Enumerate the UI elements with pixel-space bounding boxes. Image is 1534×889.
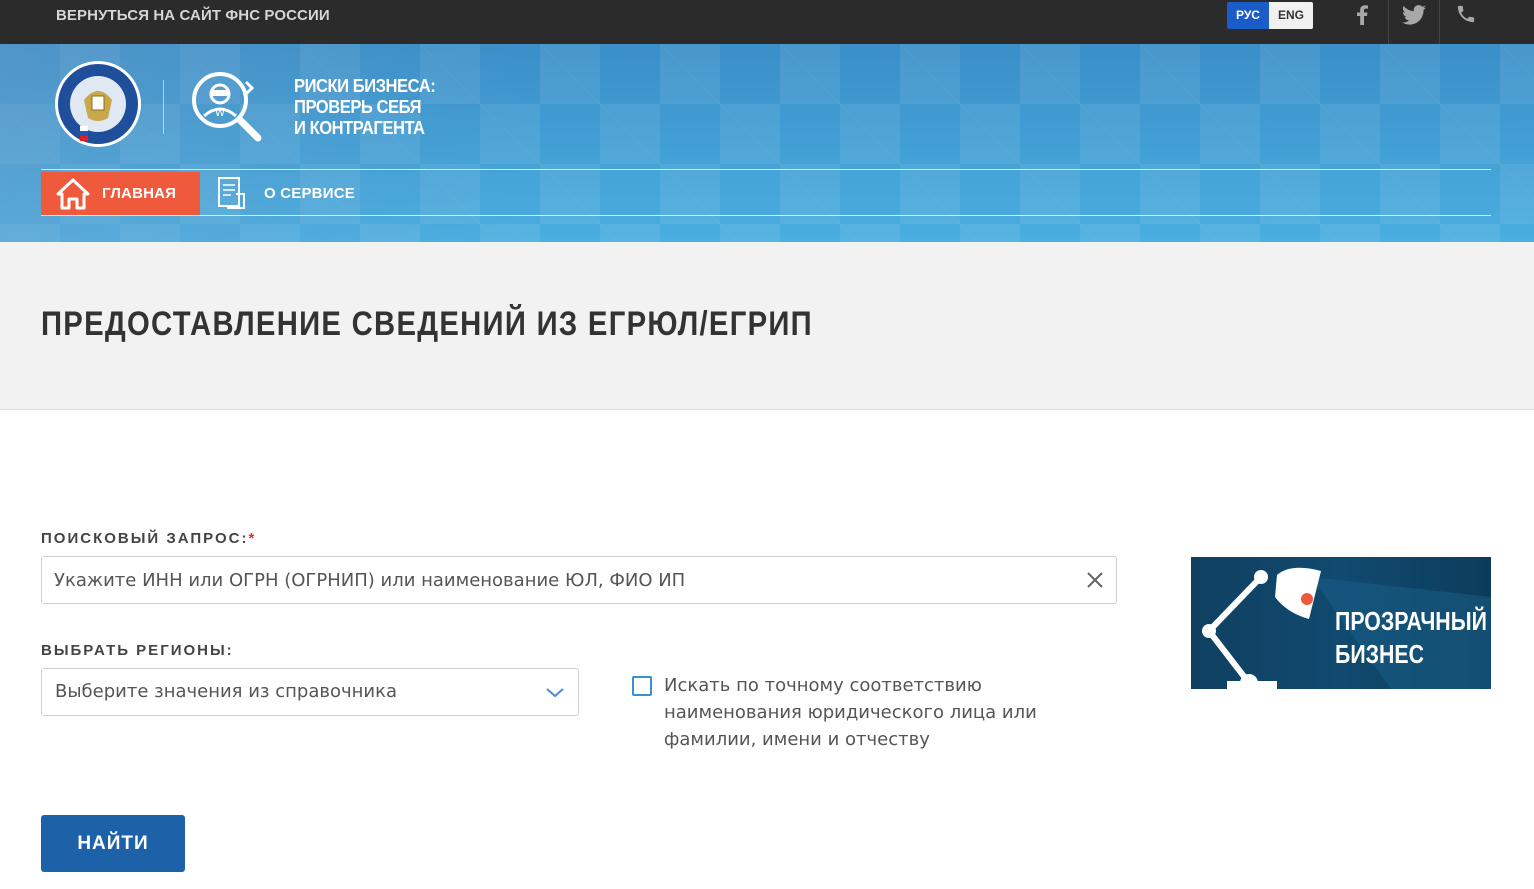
exact-match-checkbox[interactable]: [632, 676, 652, 696]
top-bar: ВЕРНУТЬСЯ НА САЙТ ФНС РОССИИ РУС ENG: [0, 0, 1534, 44]
transparent-business-banner[interactable]: ПРОЗРАЧНЫЙ БИЗНЕС: [1191, 557, 1491, 689]
lang-ru-button[interactable]: РУС: [1227, 2, 1269, 29]
region-label: ВЫБРАТЬ РЕГИОНЫ:: [41, 642, 234, 659]
page-title: ПРЕДОСТАВЛЕНИЕ СВЕДЕНИЙ ИЗ ЕГРЮЛ/ЕГРИП: [41, 305, 813, 343]
find-button[interactable]: НАЙТИ: [41, 815, 185, 872]
clear-icon[interactable]: [1084, 569, 1106, 591]
exact-match-label: Искать по точному соответствию наименова…: [664, 675, 1037, 750]
phone-icon[interactable]: [1440, 0, 1492, 44]
nav-about[interactable]: О СЕРВИСЕ: [216, 172, 355, 215]
search-input[interactable]: [42, 557, 1062, 603]
region-select[interactable]: Выберите значения из справочника: [41, 668, 579, 716]
twitter-icon[interactable]: [1388, 0, 1440, 44]
fns-emblem-logo[interactable]: [54, 60, 142, 148]
nav-about-label: О СЕРВИСЕ: [264, 185, 355, 202]
facebook-icon[interactable]: [1336, 0, 1388, 44]
title-band: ПРЕДОСТАВЛЕНИЕ СВЕДЕНИЙ ИЗ ЕГРЮЛ/ЕГРИП: [0, 242, 1534, 410]
chevron-down-icon: [544, 683, 566, 701]
home-icon: [56, 178, 90, 209]
back-to-fns-link[interactable]: ВЕРНУТЬСЯ НА САЙТ ФНС РОССИИ: [56, 0, 330, 32]
language-switch: РУС ENG: [1227, 2, 1313, 29]
search-field: [41, 556, 1117, 604]
banner-text: ПРОЗРАЧНЫЙ БИЗНЕС: [1335, 606, 1487, 669]
document-icon: [218, 176, 245, 209]
svg-text:W: W: [215, 108, 225, 119]
service-logo[interactable]: W: [188, 68, 266, 146]
nav-home-label: ГЛАВНАЯ: [102, 185, 177, 202]
service-title: РИСКИ БИЗНЕСА: ПРОВЕРЬ СЕБЯ И КОНТРАГЕНТ…: [294, 76, 436, 138]
lang-en-button[interactable]: ENG: [1269, 2, 1313, 29]
region-select-value: Выберите значения из справочника: [55, 681, 397, 702]
site-header: W РИСКИ БИЗНЕСА: ПРОВЕРЬ СЕБЯ И КОНТРАГЕ…: [0, 44, 1534, 242]
search-label: ПОИСКОВЫЙ ЗАПРОС:*: [41, 530, 257, 547]
required-mark: *: [248, 530, 257, 547]
nav-home[interactable]: ГЛАВНАЯ: [41, 172, 200, 215]
